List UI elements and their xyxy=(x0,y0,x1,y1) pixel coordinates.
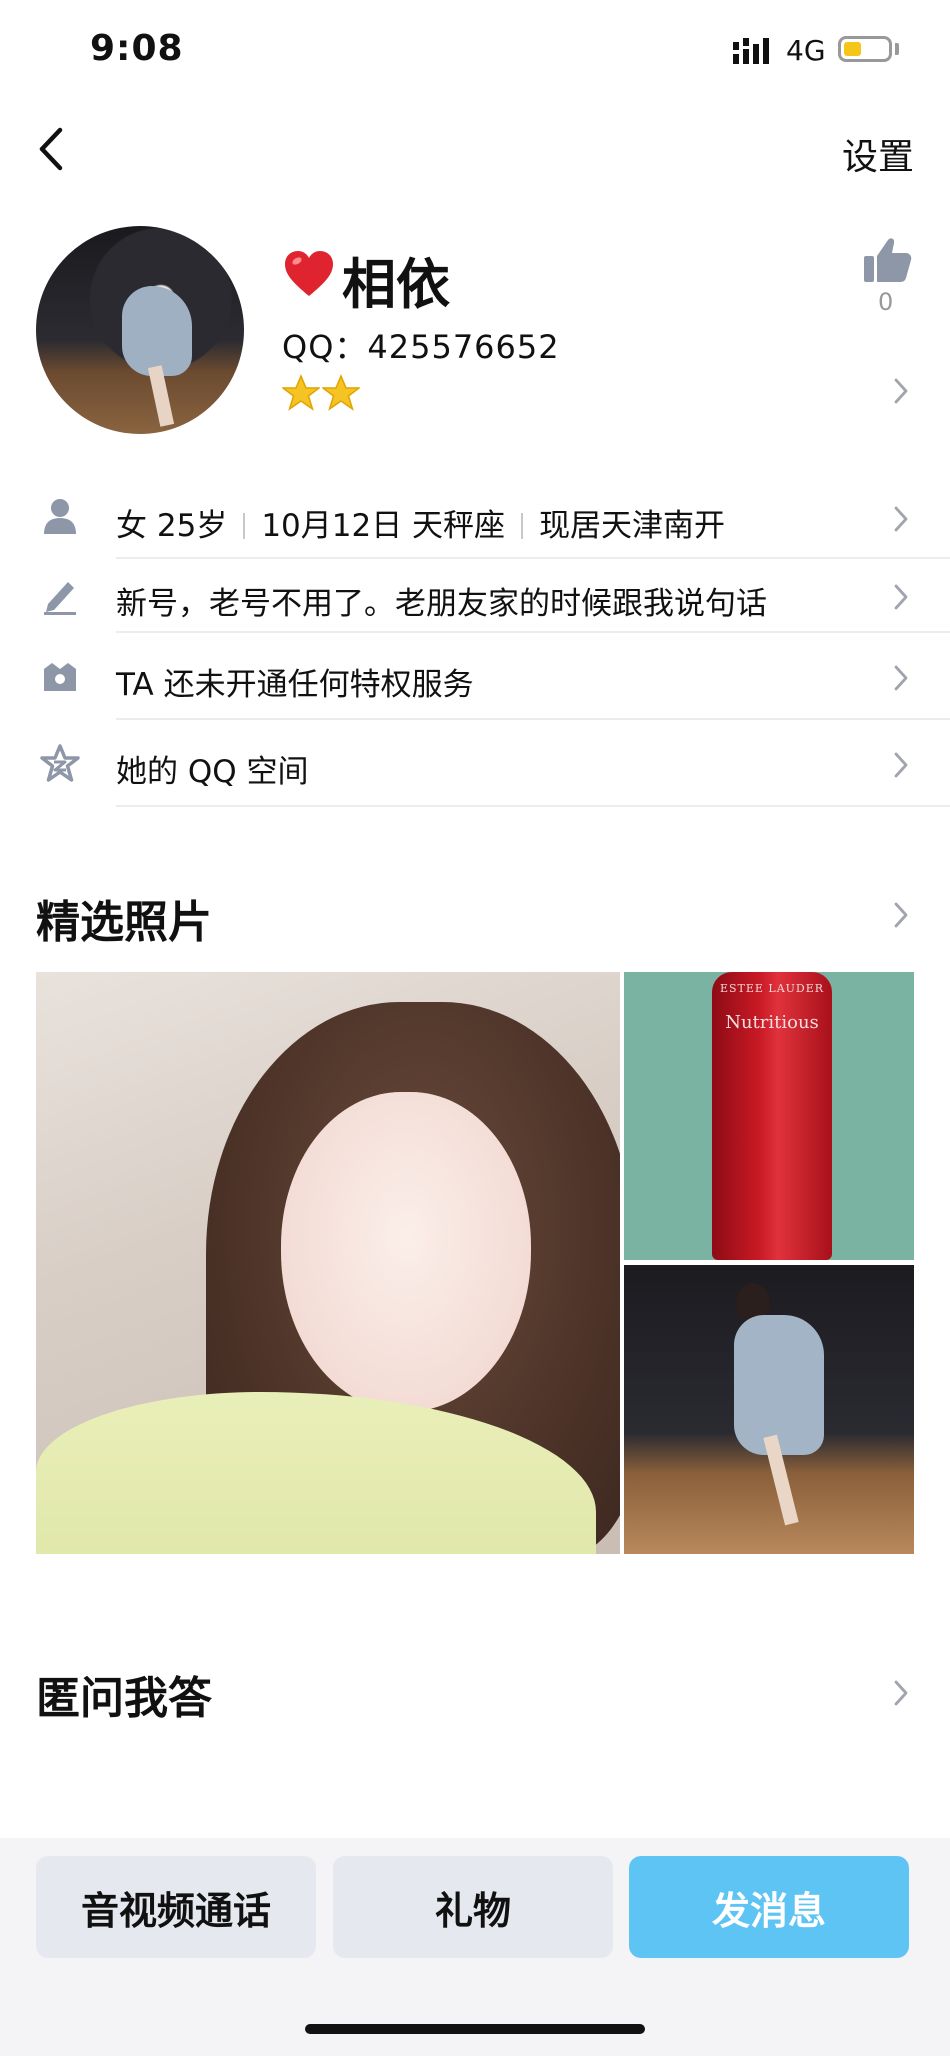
location: 现居天津南开 xyxy=(539,508,726,544)
send-message-button[interactable]: 发消息 xyxy=(629,1856,909,1958)
video-call-button[interactable]: 音视频通话 xyxy=(36,1856,316,1958)
person-icon xyxy=(44,499,76,534)
privilege-row[interactable]: TA 还未开通任何特权服务 xyxy=(0,645,950,709)
red-heart-icon xyxy=(285,251,333,296)
divider xyxy=(243,513,246,539)
photo-dress xyxy=(734,1315,824,1455)
chevron-right-icon xyxy=(894,665,908,691)
level-star-icon xyxy=(282,374,320,411)
row-divider xyxy=(116,718,950,720)
profile-screen: 9:08 4G 设置 相依 QQ：425576652 0 女 25岁 10月12… xyxy=(0,0,950,2056)
featured-photo-product[interactable]: ESTEE LAUDER Nutritious xyxy=(624,972,914,1260)
level-star-icon xyxy=(322,374,360,411)
nickname: 相依 xyxy=(342,253,450,316)
row-divider xyxy=(116,557,950,559)
gift-button[interactable]: 礼物 xyxy=(333,1856,613,1958)
qzone-text: 她的 QQ 空间 xyxy=(116,754,309,790)
photos-section-title[interactable]: 精选照片 xyxy=(36,886,212,950)
home-indicator[interactable] xyxy=(305,2024,645,2034)
signature-text: 新号，老号不用了。老朋友家的时候跟我说句话 xyxy=(116,586,767,622)
chevron-right-icon[interactable] xyxy=(894,378,908,404)
row-divider xyxy=(116,631,950,633)
network-label: 4G xyxy=(786,34,826,67)
chevron-right-icon xyxy=(894,506,908,532)
basic-info-row[interactable]: 女 25岁 10月12日 天秤座 现居天津南开 xyxy=(0,486,950,550)
thumbs-up-icon[interactable] xyxy=(862,236,912,284)
battery-tip xyxy=(895,43,899,55)
birthday-zodiac: 10月12日 天秤座 xyxy=(261,508,506,544)
settings-button[interactable]: 设置 xyxy=(842,128,914,180)
basic-info-text: 女 25岁 10月12日 天秤座 现居天津南开 xyxy=(116,500,725,545)
divider xyxy=(521,513,524,539)
featured-photo-sofa[interactable] xyxy=(624,1265,914,1554)
product-brand: ESTEE LAUDER xyxy=(719,982,825,995)
gender-age: 女 25岁 xyxy=(116,508,228,544)
chevron-right-icon xyxy=(894,752,908,778)
pencil-icon xyxy=(44,582,76,615)
chevron-right-icon[interactable] xyxy=(894,1680,908,1706)
avatar[interactable] xyxy=(36,226,244,434)
signature-row[interactable]: 新号，老号不用了。老朋友家的时候跟我说句话 xyxy=(0,564,950,628)
row-divider xyxy=(116,805,950,807)
qq-number: QQ：425576652 xyxy=(282,328,560,366)
crown-icon xyxy=(44,663,76,691)
privilege-text: TA 还未开通任何特权服务 xyxy=(116,667,474,703)
product-name: Nutritious xyxy=(725,1012,819,1033)
battery-fill xyxy=(844,42,861,56)
featured-photo-main[interactable] xyxy=(36,972,620,1554)
chevron-right-icon[interactable] xyxy=(894,902,908,928)
photo-face xyxy=(281,1092,531,1412)
chevron-right-icon xyxy=(894,584,908,610)
avatar-figure xyxy=(122,286,192,376)
signal-icon xyxy=(733,38,769,64)
chevron-left-icon[interactable] xyxy=(32,124,68,174)
like-count: 0 xyxy=(878,288,894,316)
qzone-star-icon xyxy=(40,744,80,782)
battery-icon xyxy=(838,36,892,62)
qzone-row[interactable]: 她的 QQ 空间 xyxy=(0,732,950,796)
status-time: 9:08 xyxy=(90,28,184,69)
qa-section-title[interactable]: 匿问我答 xyxy=(36,1662,212,1726)
